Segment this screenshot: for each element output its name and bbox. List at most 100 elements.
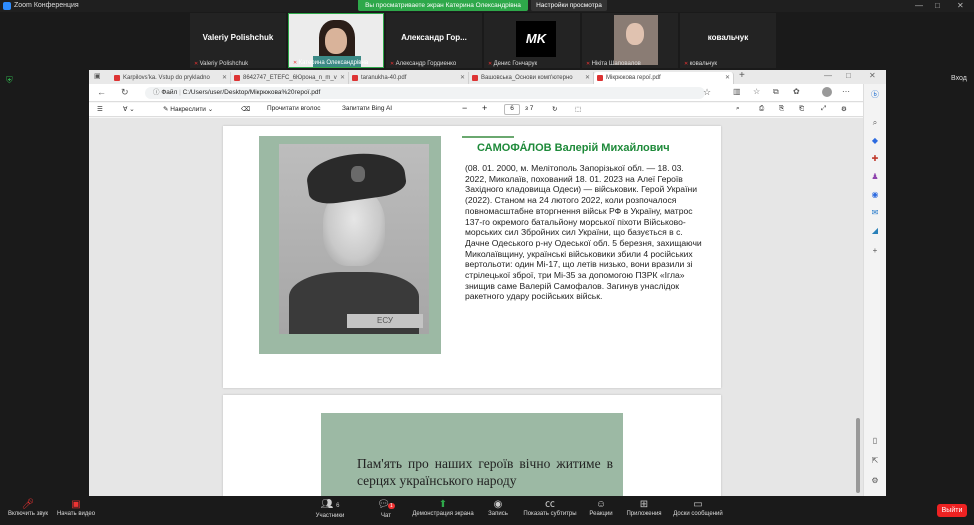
captions-icon: ㏄ bbox=[545, 499, 555, 510]
outlook-icon[interactable]: ✉ bbox=[870, 208, 880, 218]
maximize-icon[interactable]: □ bbox=[935, 1, 940, 10]
hero-photo: ЕСУ bbox=[279, 144, 429, 334]
back-icon[interactable]: ← bbox=[97, 87, 106, 97]
unmute-label: Включить звук bbox=[7, 511, 48, 517]
memory-panel: Пам'ять про наших героїв вічно житиме в … bbox=[321, 413, 623, 496]
participant-tile-active[interactable]: Катерина Олександрівна bbox=[288, 13, 384, 68]
window-minimize-icon[interactable]: — bbox=[824, 71, 832, 80]
fit-page-icon[interactable]: ⬚ bbox=[575, 105, 581, 113]
browser-tab-active[interactable]: Мікрюкова герої.pdf ✕ bbox=[594, 72, 734, 84]
close-icon[interactable]: ✕ bbox=[957, 1, 964, 10]
add-sidebar-app-icon[interactable]: + bbox=[870, 246, 880, 256]
scroll-thumb[interactable] bbox=[856, 418, 860, 493]
window-maximize-icon[interactable]: □ bbox=[846, 71, 851, 80]
page-total: з 7 bbox=[525, 105, 534, 112]
browser-tab[interactable]: 8642747_ETEFC_6Юрона_n_m_v ✕ bbox=[231, 72, 349, 84]
unmute-button[interactable]: 🎤︎ Включить звук bbox=[4, 498, 52, 517]
captions-label: Показать субтитры bbox=[523, 511, 577, 517]
reload-icon[interactable]: ↻ bbox=[121, 87, 129, 98]
sidebar-search-icon[interactable]: ⌕ bbox=[870, 118, 880, 128]
ask-bing-button[interactable]: Запитати Bing AI bbox=[342, 105, 392, 112]
tab-close-icon[interactable]: ✕ bbox=[725, 72, 730, 84]
highlight-icon[interactable]: ∀ ⌄ bbox=[123, 105, 135, 113]
bookmark-star-icon[interactable]: ☆ bbox=[703, 87, 711, 98]
participants-icon: 👥︎ 6 bbox=[320, 499, 340, 510]
participant-tile[interactable]: Александр Гор... Александр Гордиенко bbox=[386, 13, 482, 68]
zoom-in-button[interactable]: + bbox=[482, 103, 487, 113]
browser-tab[interactable]: Karpilovs'ka. Vstup do prykladno ✕ bbox=[111, 72, 231, 84]
bing-copilot-icon[interactable]: ⓑ bbox=[870, 90, 880, 100]
minimize-icon[interactable]: — bbox=[915, 1, 923, 10]
zoom-logo-icon bbox=[3, 2, 11, 10]
page-number-input[interactable]: 6 bbox=[504, 104, 520, 115]
whiteboards-button[interactable]: ▭ Доски сообщений bbox=[670, 498, 726, 517]
participant-face-icon bbox=[626, 23, 644, 45]
tab-label: 8642747_ETEFC_6Юрона_n_m_v bbox=[243, 75, 337, 81]
browser-tab[interactable]: Вашовська_Основи комп'ютерно ✕ bbox=[469, 72, 594, 84]
reactions-icon: ☺ bbox=[595, 499, 607, 510]
url-field[interactable]: ⓘ Файл | C:/Users/user/Desktop/Мікрюкова… bbox=[145, 87, 705, 99]
office-icon[interactable]: ◉ bbox=[870, 190, 880, 200]
zoom-out-button[interactable]: − bbox=[462, 103, 467, 113]
participant-tile[interactable]: ковальчук ковальчук bbox=[680, 13, 776, 68]
draw-label: Накреслити bbox=[170, 106, 206, 113]
shopping-icon[interactable]: ◆ bbox=[870, 136, 880, 146]
profile-avatar[interactable] bbox=[822, 87, 832, 97]
participant-tile[interactable]: Нікіта Шаповалов bbox=[582, 13, 678, 68]
sidebar-panel-icon[interactable]: ▯ bbox=[870, 436, 880, 446]
pdf-viewer[interactable]: ЕСУ САМОФА́ЛОВ Валерій Михайлович (08. 0… bbox=[89, 118, 863, 496]
eraser-icon[interactable]: ⌫ bbox=[241, 105, 250, 113]
print-icon[interactable]: ⎙ bbox=[759, 105, 764, 113]
enter-label[interactable]: Вход bbox=[951, 75, 967, 82]
collections-icon[interactable]: ⧉ bbox=[773, 87, 779, 97]
tab-actions-icon[interactable]: ▣ bbox=[94, 72, 101, 80]
browser-tab[interactable]: taranukha-40.pdf ✕ bbox=[349, 72, 469, 84]
title-accent-line bbox=[462, 136, 514, 138]
rotate-icon[interactable]: ↻ bbox=[552, 105, 557, 113]
scrollbar[interactable] bbox=[855, 118, 861, 496]
save-icon[interactable]: ⎘ bbox=[779, 105, 784, 113]
split-screen-icon[interactable]: ▥ bbox=[733, 87, 741, 96]
share-screen-button[interactable]: ⬆ Демонстрация экрана bbox=[410, 498, 476, 517]
participant-tile[interactable]: Valeriy Polishchuk Valeriy Polishchuk bbox=[190, 13, 286, 68]
reactions-button[interactable]: ☺ Реакции bbox=[586, 498, 616, 517]
read-aloud-button[interactable]: Прочитати вголос bbox=[267, 105, 320, 112]
chat-button[interactable]: 💬︎1 Чат bbox=[372, 498, 400, 519]
pdf-settings-icon[interactable]: ⚙ bbox=[841, 105, 847, 113]
photo-frame: ЕСУ bbox=[259, 136, 441, 354]
leave-button[interactable]: Выйти bbox=[937, 504, 967, 517]
draw-button[interactable]: ✎ Накреслити ⌄ bbox=[163, 105, 213, 113]
window-close-icon[interactable]: ✕ bbox=[869, 71, 876, 80]
record-button[interactable]: ◉ Запись bbox=[484, 498, 512, 517]
start-video-button[interactable]: ▣ Начать видео bbox=[54, 498, 98, 517]
search-icon[interactable]: ⌕ bbox=[736, 105, 740, 113]
encryption-shield-icon[interactable]: ⛨ bbox=[6, 75, 13, 86]
sidebar-settings-icon[interactable]: ⚙ bbox=[870, 476, 880, 486]
new-tab-button[interactable]: + bbox=[739, 70, 745, 81]
chat-icon: 💬︎1 bbox=[377, 499, 395, 510]
tab-close-icon[interactable]: ✕ bbox=[222, 72, 227, 84]
app-title: Zoom Конференция bbox=[14, 2, 79, 9]
pdf-icon bbox=[234, 75, 240, 81]
more-options-icon[interactable]: ⋯ bbox=[842, 87, 850, 96]
external-link-icon[interactable]: ⇱ bbox=[870, 456, 880, 466]
captions-button[interactable]: ㏄ Показать субтитры bbox=[521, 498, 579, 517]
participants-button[interactable]: 👥︎ 6 Участники bbox=[312, 498, 348, 519]
contents-icon[interactable]: ☰ bbox=[97, 105, 103, 113]
participant-label: Александр Гордиенко bbox=[390, 61, 457, 67]
tab-close-icon[interactable]: ✕ bbox=[460, 72, 465, 84]
extensions-icon[interactable]: ✿ bbox=[793, 87, 800, 96]
view-settings-button[interactable]: Настройки просмотра bbox=[531, 0, 607, 11]
fullscreen-icon[interactable]: ⤢ bbox=[821, 105, 826, 113]
favorites-icon[interactable]: ☆ bbox=[753, 87, 760, 96]
tab-close-icon[interactable]: ✕ bbox=[585, 72, 590, 84]
apps-button[interactable]: ⊞ Приложения bbox=[624, 498, 664, 517]
save-as-icon[interactable]: ⎗ bbox=[799, 105, 804, 113]
participant-tile[interactable]: MK Денис Гончарук bbox=[484, 13, 580, 68]
games-icon[interactable]: ♟ bbox=[870, 172, 880, 182]
tab-close-icon[interactable]: ✕ bbox=[340, 72, 345, 84]
designer-icon[interactable]: ◢ bbox=[870, 226, 880, 236]
url-scheme: Файл bbox=[161, 89, 178, 96]
tools-icon[interactable]: ✚ bbox=[870, 154, 880, 164]
draw-icon: ✎ bbox=[163, 106, 169, 113]
